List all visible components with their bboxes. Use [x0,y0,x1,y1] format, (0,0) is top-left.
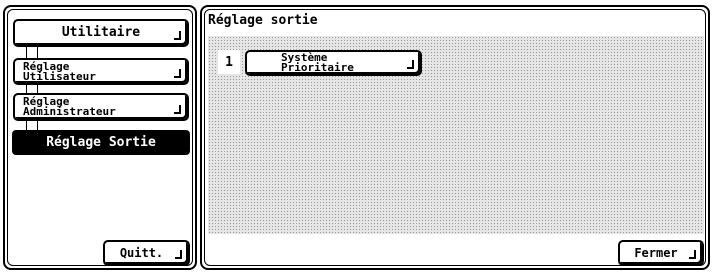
close-button[interactable]: Fermer [618,240,704,266]
page-title: Réglage sortie [208,13,318,28]
list-item-number: 1 [218,50,240,74]
quit-button[interactable]: Quitt. [103,240,190,266]
menu-connector [26,85,38,93]
menu-reglage-sortie-button[interactable]: Réglage Sortie [12,130,190,155]
menu-reglage-administrateur-button[interactable]: Réglage Administrateur [13,93,189,121]
menu-connector [26,47,38,58]
systeme-prioritaire-button[interactable]: Système Prioritaire [245,50,422,76]
menu-utilitaire-label: Utilitaire [61,25,141,40]
systeme-prioritaire-label-line2: Prioritaire [281,61,354,74]
menu-reglage-administrateur-label-line2: Administrateur [23,105,116,118]
menu-reglage-utilisateur-button[interactable]: Réglage Utilisateur [13,58,189,85]
menu-reglage-sortie-label: Réglage Sortie [46,134,156,150]
menu-reglage-utilisateur-label-line2: Utilisateur [23,69,96,83]
menu-connector [26,121,38,130]
quit-label: Quitt. [119,246,164,260]
menu-utilitaire-button[interactable]: Utilitaire [13,19,189,47]
close-label: Fermer [634,246,678,260]
